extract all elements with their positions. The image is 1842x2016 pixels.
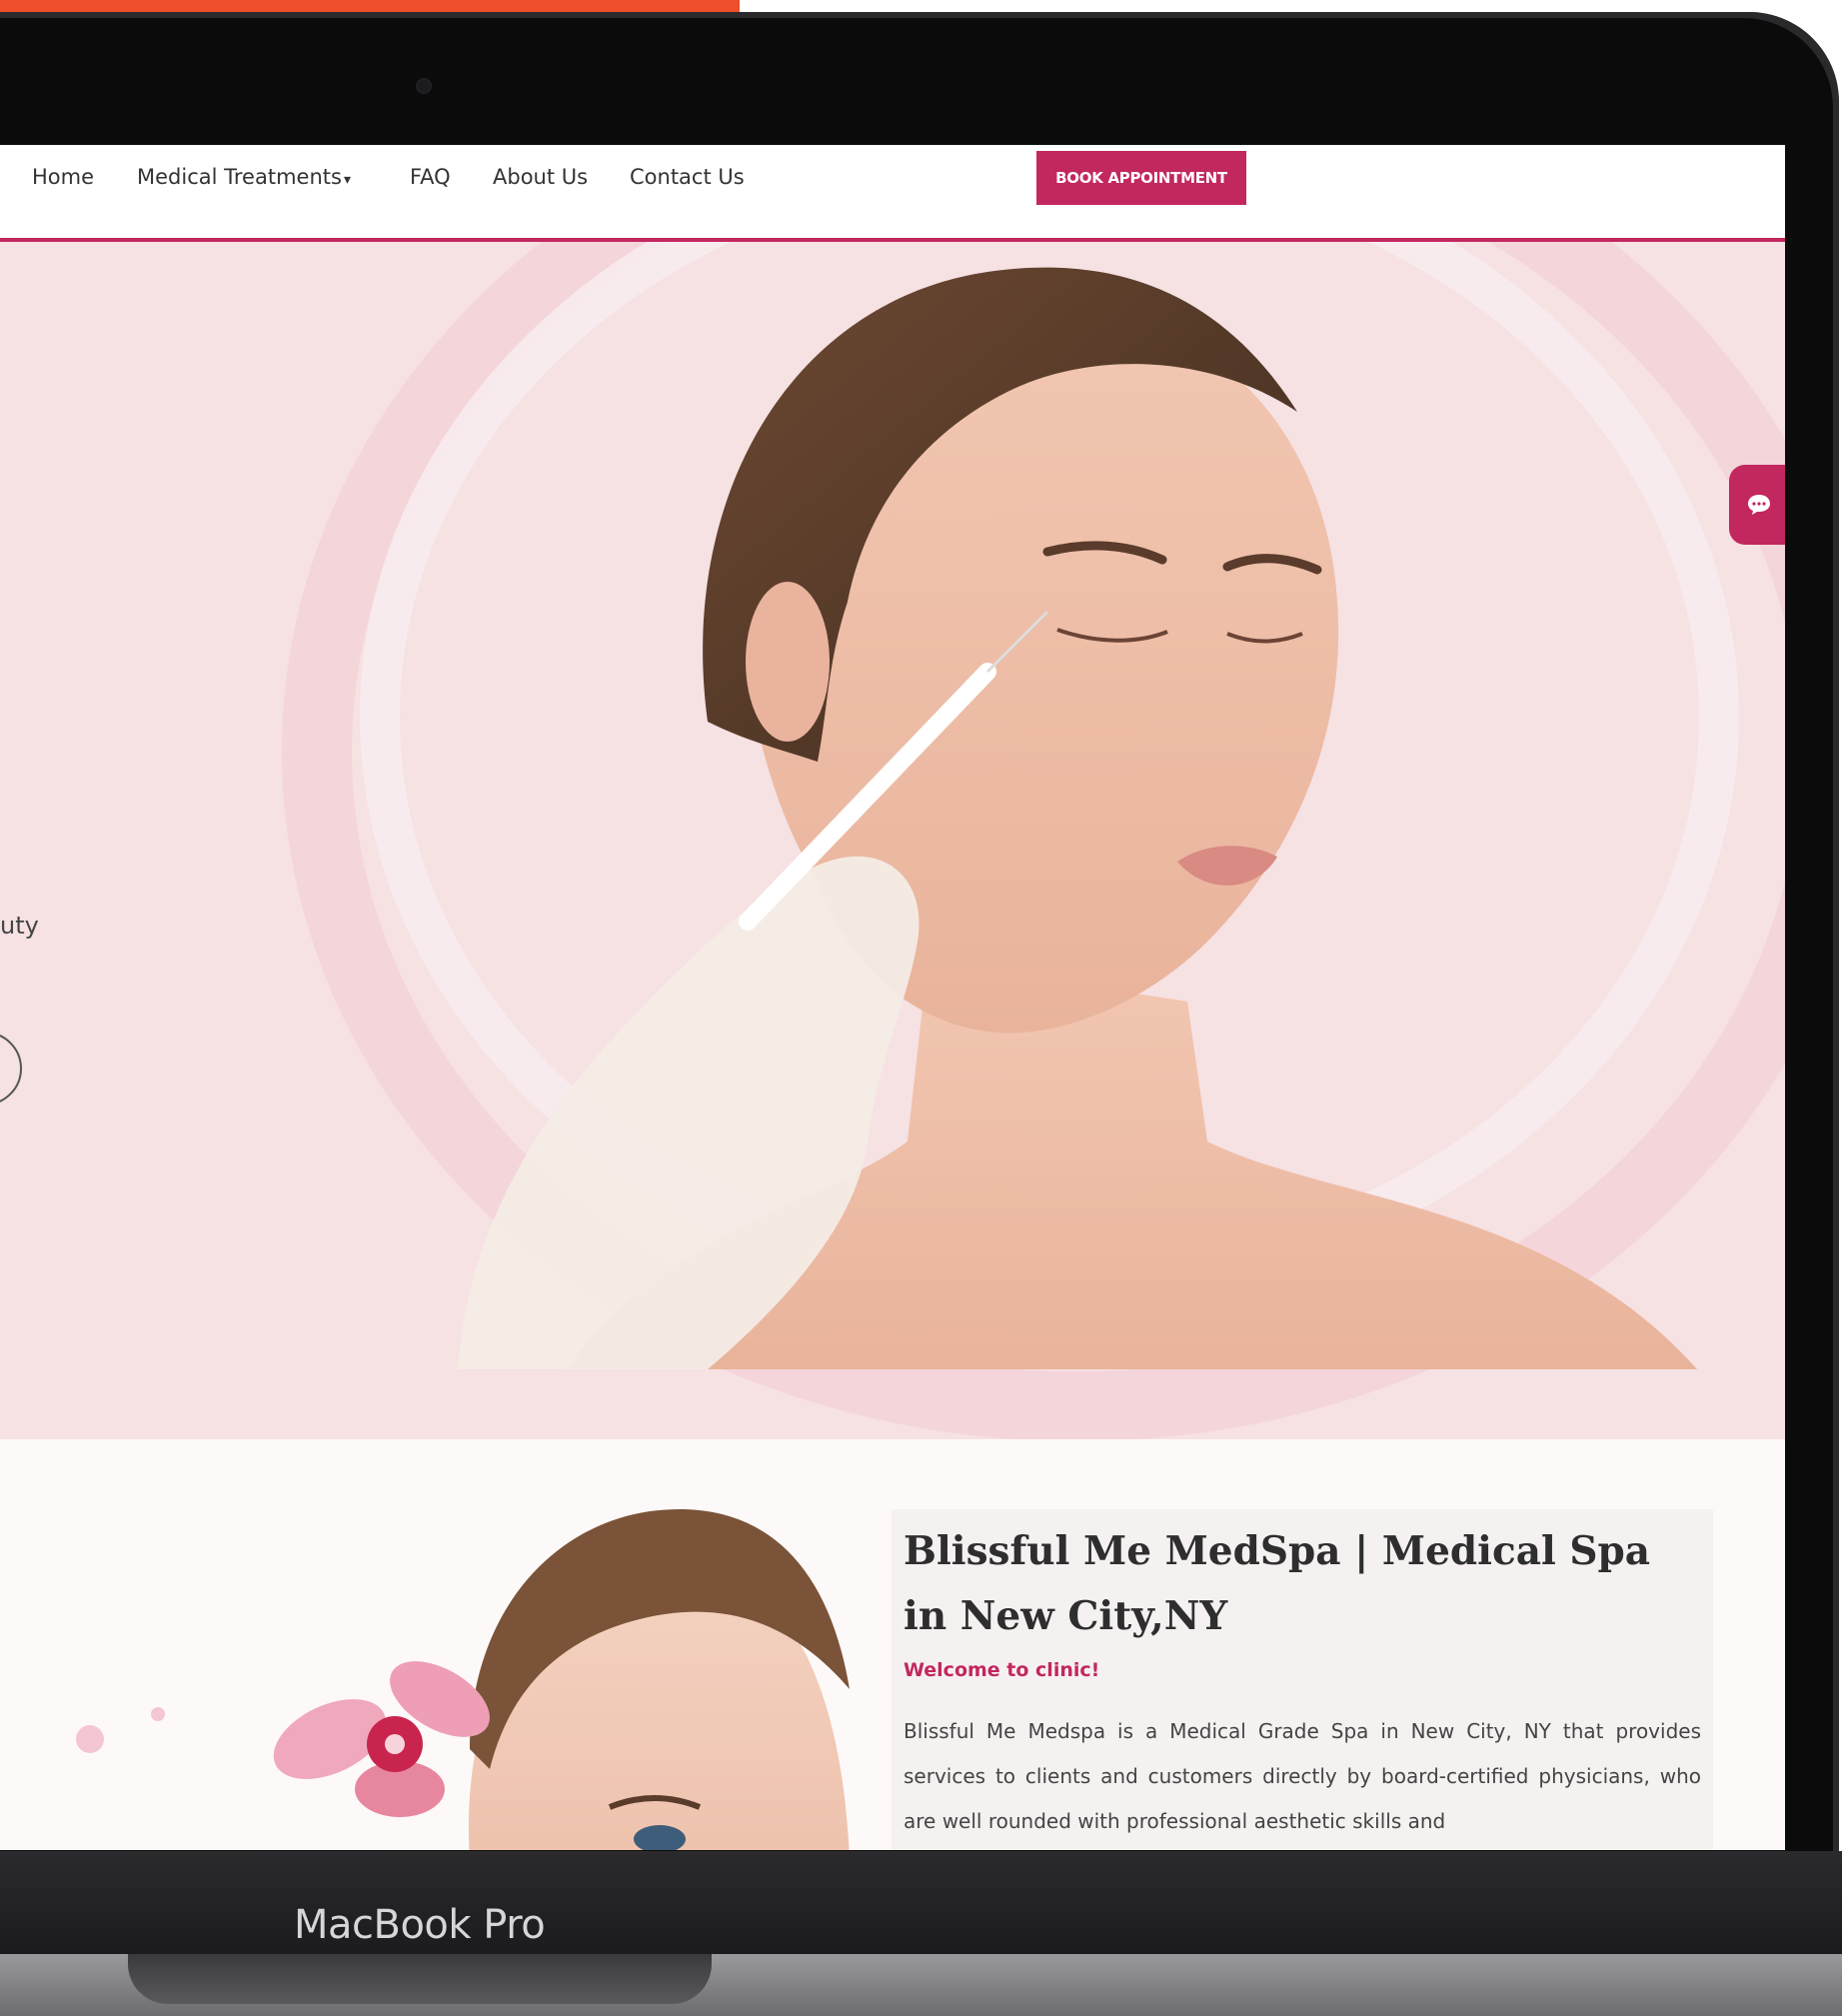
- laptop-screen: Home Medical Treatments ▾ FAQ About Us Co…: [0, 145, 1785, 1850]
- about-card: Blissful Me MedSpa | Medical Spa in New …: [892, 1509, 1713, 1850]
- top-accent-bar: [0, 0, 740, 12]
- nav-faq[interactable]: FAQ: [410, 165, 451, 189]
- hero-tagline-fragment: uty: [0, 912, 39, 940]
- laptop-notch: [128, 1954, 712, 2004]
- hero-woman-injection-photo: [458, 267, 1697, 1369]
- about-body: Blissful Me Medspa is a Medical Grade Sp…: [904, 1719, 1701, 1833]
- laptop-chin: [0, 1851, 1842, 1961]
- nav-home[interactable]: Home: [32, 165, 94, 189]
- main-navigation: Home Medical Treatments ▾ FAQ About Us Co…: [0, 145, 1785, 242]
- webcam: [416, 78, 432, 94]
- about-section: Blissful Me MedSpa | Medical Spa in New …: [0, 1439, 1785, 1850]
- book-appointment-button[interactable]: BOOK APPOINTMENT: [1036, 151, 1246, 205]
- chat-bubble-icon: [1748, 495, 1770, 515]
- nav-medical-treatments-label: Medical Treatments: [137, 165, 342, 189]
- nav-medical-treatments[interactable]: Medical Treatments ▾: [137, 165, 351, 189]
- about-title: Blissful Me MedSpa | Medical Spa in New …: [904, 1528, 1651, 1639]
- orchid-flower-decor: [273, 1661, 490, 1817]
- chevron-down-icon: ▾: [343, 172, 351, 188]
- chat-widget-button[interactable]: [1729, 465, 1785, 545]
- device-label: MacBook Pro: [294, 1902, 546, 1948]
- about-subtitle: Welcome to clinic!: [904, 1659, 1100, 1681]
- nav-about-us[interactable]: About Us: [493, 165, 588, 189]
- hero-circle-button[interactable]: [0, 1031, 22, 1105]
- about-woman-orchid-photo: [76, 1509, 850, 1850]
- nav-contact-us[interactable]: Contact Us: [630, 165, 745, 189]
- hero-section: uty: [0, 242, 1785, 1439]
